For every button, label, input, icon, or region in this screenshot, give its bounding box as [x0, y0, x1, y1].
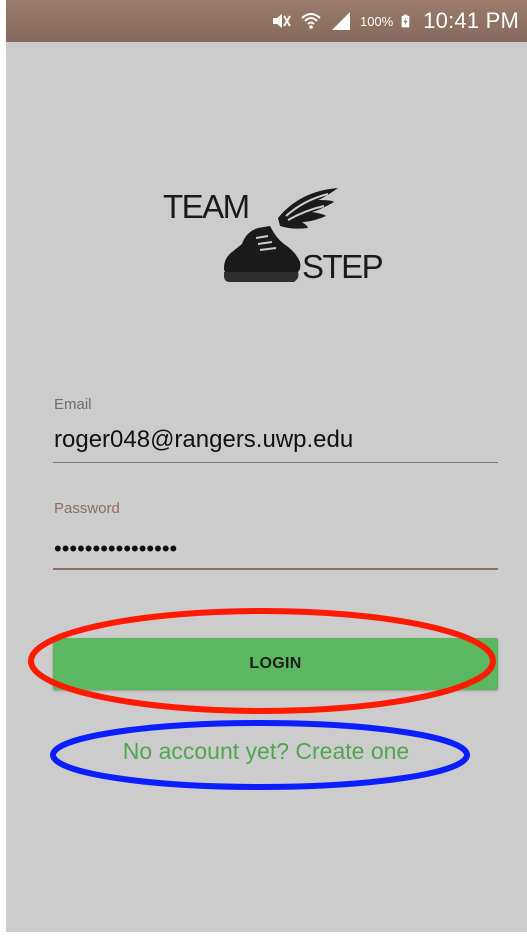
battery-percent: 100%	[359, 13, 394, 29]
team-step-logo: TEAM STEP	[158, 180, 398, 290]
login-button-label: LOGIN	[249, 655, 302, 672]
email-label: Email	[54, 396, 92, 413]
password-label: Password	[54, 500, 120, 517]
password-field[interactable]: ••••••••••••••••	[54, 536, 177, 562]
create-account-link[interactable]: No account yet? Create one	[56, 738, 476, 765]
password-underline	[53, 568, 498, 570]
email-underline	[53, 462, 498, 463]
mute-icon	[272, 14, 291, 28]
battery-charging-icon	[401, 14, 410, 28]
status-bar: 100% 10:41 PM	[6, 0, 527, 42]
email-field[interactable]: roger048@rangers.uwp.edu	[54, 426, 498, 454]
status-time: 10:41 PM	[423, 8, 519, 33]
login-button[interactable]: LOGIN	[53, 638, 498, 690]
status-icons: 100% 10:41 PM	[270, 6, 519, 36]
wifi-icon	[301, 13, 321, 29]
signal-icon	[331, 12, 350, 30]
logo-word-step: STEP	[302, 248, 384, 285]
app-screen: 100% 10:41 PM TEAM STEP Email roger048@r…	[6, 0, 527, 932]
